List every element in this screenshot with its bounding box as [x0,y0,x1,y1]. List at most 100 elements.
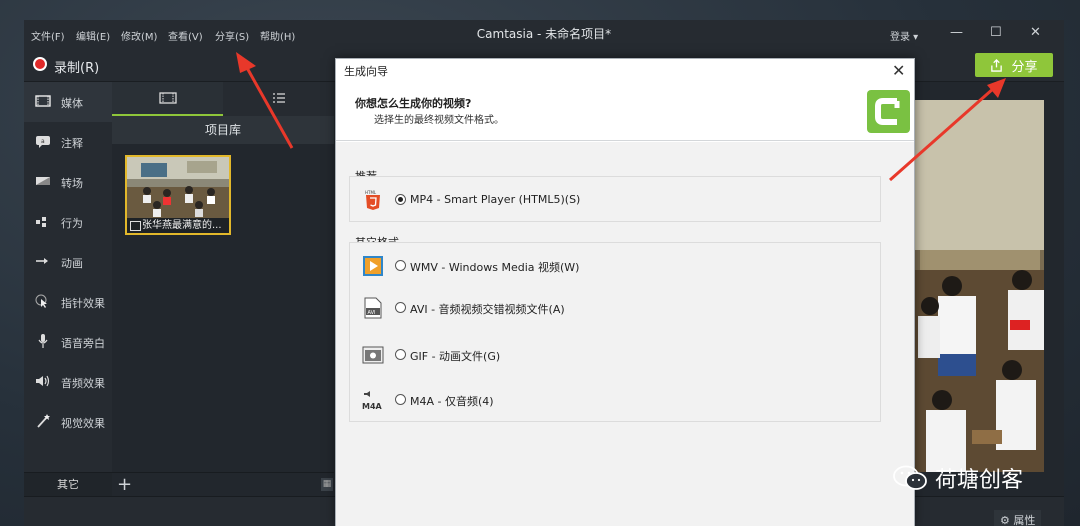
share-button-label: 分享 [1011,59,1038,75]
sidebar-item-label: 注释 [61,137,83,150]
option-label: AVI - 音频视频交错视频文件(A) [410,303,565,316]
sidebar-item-label: 动画 [61,257,83,270]
animation-icon [36,258,48,264]
close-button[interactable]: ✕ [1030,25,1041,40]
svg-text:HTML: HTML [365,190,377,195]
menu-help[interactable]: 帮助(H) [260,28,295,43]
menu-edit[interactable]: 编辑(E) [76,28,110,43]
menu-share[interactable]: 分享(S) [215,28,249,43]
media-clip-thumbnail[interactable]: 张华燕最满意的... [125,155,231,235]
gif-icon [362,346,384,364]
speaker-icon [36,375,50,387]
list-icon [272,93,285,103]
classroom-video-frame [912,100,1044,472]
sidebar-item-label: 转场 [61,177,83,190]
option-label: MP4 - Smart Player (HTML5)(S) [410,193,581,206]
dialog-question: 你想怎么生成你的视频? [355,97,472,110]
sidebar-item-label: 媒体 [61,97,83,110]
login-button[interactable]: 登录 ▾ [890,28,918,43]
wmv-radio[interactable] [395,260,406,271]
clip-caption: 张华燕最满意的... [127,218,229,233]
classroom-photo [127,157,229,219]
library-title: 项目库 [112,116,334,144]
option-label: GIF - 动画文件(G) [410,350,501,363]
avi-icon: AVI [364,297,382,319]
option-wmv[interactable]: WMV - Windows Media 视频(W) [350,251,882,281]
microphone-icon [38,334,48,348]
sidebar-item-cursor-effects[interactable]: 指针效果 [24,282,112,322]
sidebar-item-voice-narration[interactable]: 语音旁白 [24,322,112,362]
maximize-button[interactable]: ☐ [990,25,1002,40]
option-avi[interactable]: AVI AVI - 音频视频交错视频文件(A) [350,293,882,323]
tab-library-list[interactable] [223,82,334,116]
m4a-icon: M4A [362,391,383,411]
option-gif[interactable]: GIF - 动画文件(G) [350,340,882,370]
behavior-icon [36,217,46,227]
menu-modify[interactable]: 修改(M) [121,28,157,43]
record-button[interactable]: 录制(R) [54,57,99,76]
wechat-icon [893,465,927,490]
sidebar-item-animation[interactable]: 动画 [24,242,112,282]
option-label: WMV - Windows Media 视频(W) [410,261,580,274]
minimize-button[interactable]: — [950,25,963,40]
share-button[interactable]: 分享 [975,53,1053,77]
option-label: M4A - 仅音频(4) [410,395,494,408]
grid-view-icon[interactable]: ▦ [321,478,333,491]
wmv-icon [363,256,383,276]
sidebar-item-media[interactable]: 媒体 [24,82,112,122]
option-m4a[interactable]: M4A M4A - 仅音频(4) [350,385,882,415]
dialog-body: 推荐 HTML MP4 - Smart Player (HTML5)(S) 其它… [336,142,914,526]
dialog-subtitle: 选择生的最终视频文件格式。 [374,115,504,126]
sidebar-item-annotation[interactable]: a 注释 [24,122,112,162]
share-icon [991,58,1003,72]
mp4-radio[interactable] [395,194,406,205]
watermark: 荷塘创客 [893,462,1023,494]
properties-button[interactable]: ⚙ 属性 [994,510,1042,526]
other-formats-group: WMV - Windows Media 视频(W) AVI AVI - 音频视频… [349,242,881,422]
add-media-button[interactable]: + [117,473,132,497]
magic-wand-icon [37,414,50,428]
recommended-group: HTML MP4 - Smart Player (HTML5)(S) [349,176,881,222]
svg-text:AVI: AVI [368,310,376,316]
properties-label: 属性 [1013,514,1036,526]
m4a-radio[interactable] [395,394,406,405]
sidebar-item-other[interactable]: 其它 [24,472,112,496]
sidebar-item-visual-effects[interactable]: 视觉效果 [24,402,112,442]
produce-wizard-dialog: 生成向导 ✕ 你想怎么生成你的视频? 选择生的最终视频文件格式。 推荐 HTML… [335,58,915,526]
tools-sidebar: 媒体 a 注释 转场 行为 动画 指针效果 语音旁白 音频效果 视觉效果 [24,82,112,472]
avi-radio[interactable] [395,302,406,313]
sidebar-item-audio-effects[interactable]: 音频效果 [24,362,112,402]
dialog-close-button[interactable]: ✕ [892,61,905,80]
sidebar-item-label: 指针效果 [61,297,105,310]
watermark-text: 荷塘创客 [935,468,1024,493]
annotation-icon: a [36,136,50,148]
film-icon [158,92,177,104]
sidebar-item-label: 行为 [61,217,83,230]
media-icon [35,95,51,107]
library-tabs [112,82,334,116]
menu-bar: 文件(F) 编辑(E) 修改(M) 查看(V) 分享(S) 帮助(H) Camt… [24,20,1064,48]
cursor-effect-icon [35,294,47,308]
record-icon[interactable] [33,57,47,71]
menu-file[interactable]: 文件(F) [31,28,65,43]
transition-icon [36,177,50,185]
sidebar-item-label: 音频效果 [61,377,105,390]
html5-icon: HTML [365,190,380,210]
gear-icon: ⚙ [1000,514,1010,526]
library-footer: + ▦ [112,472,334,496]
option-mp4[interactable]: HTML MP4 - Smart Player (HTML5)(S) [350,185,882,215]
camtasia-logo-icon [867,90,910,133]
dialog-header: 你想怎么生成你的视频? 选择生的最终视频文件格式。 [336,85,914,141]
sidebar-item-transition[interactable]: 转场 [24,162,112,202]
menu-view[interactable]: 查看(V) [168,28,203,43]
gif-radio[interactable] [395,349,406,360]
canvas-preview[interactable] [912,100,1044,472]
svg-text:a: a [41,138,45,145]
sidebar-item-behavior[interactable]: 行为 [24,202,112,242]
dialog-title: 生成向导 [336,59,914,85]
svg-text:M4A: M4A [362,402,383,411]
media-library-panel: 项目库 张华燕最满意的... [112,82,334,496]
tab-media-bin[interactable] [112,82,223,116]
sidebar-item-label: 语音旁白 [61,337,105,350]
sidebar-item-label: 视觉效果 [61,417,105,430]
